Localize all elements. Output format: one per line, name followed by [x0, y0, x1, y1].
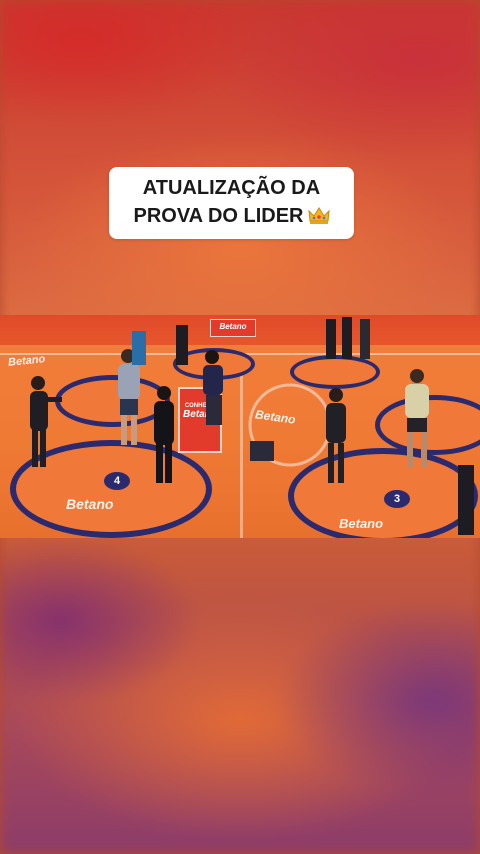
crown-icon [307, 205, 330, 233]
platform-brand: Betano [66, 496, 114, 512]
caption-box: ATUALIZAÇÃO DA PROVA DO LIDER [109, 167, 354, 239]
person-center-right [326, 388, 346, 483]
platform-brand: Betano [339, 516, 384, 531]
person-edge-right [458, 465, 474, 535]
person-black [154, 386, 174, 483]
platform-number: 3 [384, 490, 410, 508]
video-frame[interactable]: 4 Betano 3 Betano Betano Betano CONHEÇA … [0, 315, 480, 538]
person-left [30, 376, 62, 467]
person-booth [203, 350, 223, 425]
caption-line-2-text: PROVA DO LIDER [133, 204, 304, 227]
step-box [250, 441, 274, 461]
people-back-left [132, 325, 188, 365]
caption-line-1: ATUALIZAÇÃO DA [142, 176, 321, 199]
caption-line-2: PROVA DO LIDER [133, 202, 330, 233]
person-yellow-shirt [405, 369, 429, 468]
people-back-right [326, 317, 370, 359]
platform-number: 4 [104, 472, 130, 490]
top-sign-text: Betano [219, 322, 247, 331]
top-sign: Betano [210, 319, 256, 337]
